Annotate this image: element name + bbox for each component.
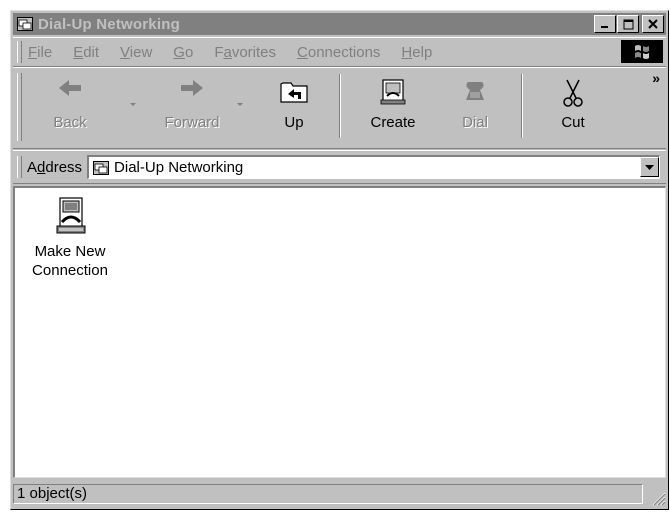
make-new-connection-item[interactable]: Make New Connection <box>29 196 111 280</box>
back-button[interactable]: Back <box>35 72 105 140</box>
resize-grip-icon[interactable] <box>648 488 666 506</box>
minimize-button[interactable] <box>594 15 616 33</box>
toolbar-separator <box>339 74 341 138</box>
menu-help[interactable]: Help <box>401 44 432 61</box>
create-connection-icon <box>380 79 406 105</box>
dialup-folder-icon <box>93 160 110 175</box>
standard-toolbar: Back Forward Up Create Dial Cut » <box>13 67 666 149</box>
up-folder-icon <box>280 82 308 103</box>
addressbar-grip[interactable] <box>17 156 22 178</box>
dial-button[interactable]: Dial <box>447 72 503 140</box>
dialup-networking-window: Dial-Up Networking File Edit View Go Fav… <box>10 10 669 510</box>
title-bar[interactable]: Dial-Up Networking <box>13 13 666 35</box>
minimize-icon <box>601 26 608 28</box>
forward-arrow-icon <box>181 80 203 96</box>
menu-bar: File Edit View Go Favorites Connections … <box>13 37 666 67</box>
menu-connections[interactable]: Connections <box>297 44 380 61</box>
menu-view[interactable]: View <box>120 44 152 61</box>
menubar-grip[interactable] <box>17 41 22 63</box>
window-title: Dial-Up Networking <box>38 15 180 33</box>
forward-dropdown-arrow[interactable] <box>237 103 243 106</box>
address-dropdown-button[interactable] <box>640 157 659 177</box>
dropdown-arrow-icon <box>645 164 654 170</box>
status-text: 1 object(s) <box>13 484 643 504</box>
address-bar: Address Dial-Up Networking <box>13 150 666 184</box>
address-label: Address <box>27 158 83 176</box>
maximize-icon <box>623 19 633 29</box>
forward-button[interactable]: Forward <box>149 72 235 140</box>
address-value[interactable]: Dial-Up Networking <box>114 159 243 176</box>
scissors-icon <box>563 79 583 107</box>
maximize-button[interactable] <box>617 15 639 33</box>
create-button[interactable]: Create <box>359 72 427 140</box>
toolbar-grip[interactable] <box>17 73 22 141</box>
back-arrow-icon <box>59 80 81 96</box>
address-combobox[interactable]: Dial-Up Networking <box>87 155 660 179</box>
menu-edit[interactable]: Edit <box>73 44 99 61</box>
close-button[interactable] <box>642 15 664 33</box>
toolbar-more-chevron[interactable]: » <box>652 70 660 86</box>
status-bar: 1 object(s) <box>13 482 666 506</box>
close-icon <box>648 19 658 29</box>
menu-favorites[interactable]: Favorites <box>214 44 276 61</box>
dialup-folder-icon[interactable] <box>17 17 33 31</box>
toolbar-separator <box>521 74 523 138</box>
cut-button[interactable]: Cut <box>543 72 603 140</box>
back-dropdown-arrow[interactable] <box>130 103 136 106</box>
menu-go[interactable]: Go <box>173 44 193 61</box>
windows-flag-icon <box>635 44 649 59</box>
dial-phone-icon <box>466 82 484 100</box>
make-new-connection-icon <box>56 197 86 234</box>
up-button[interactable]: Up <box>263 72 325 140</box>
menu-file[interactable]: File <box>28 44 52 61</box>
windows-logo-throbber <box>621 40 663 63</box>
make-new-connection-label: Make New Connection <box>32 243 108 279</box>
folder-view[interactable]: Make New Connection <box>13 186 666 478</box>
